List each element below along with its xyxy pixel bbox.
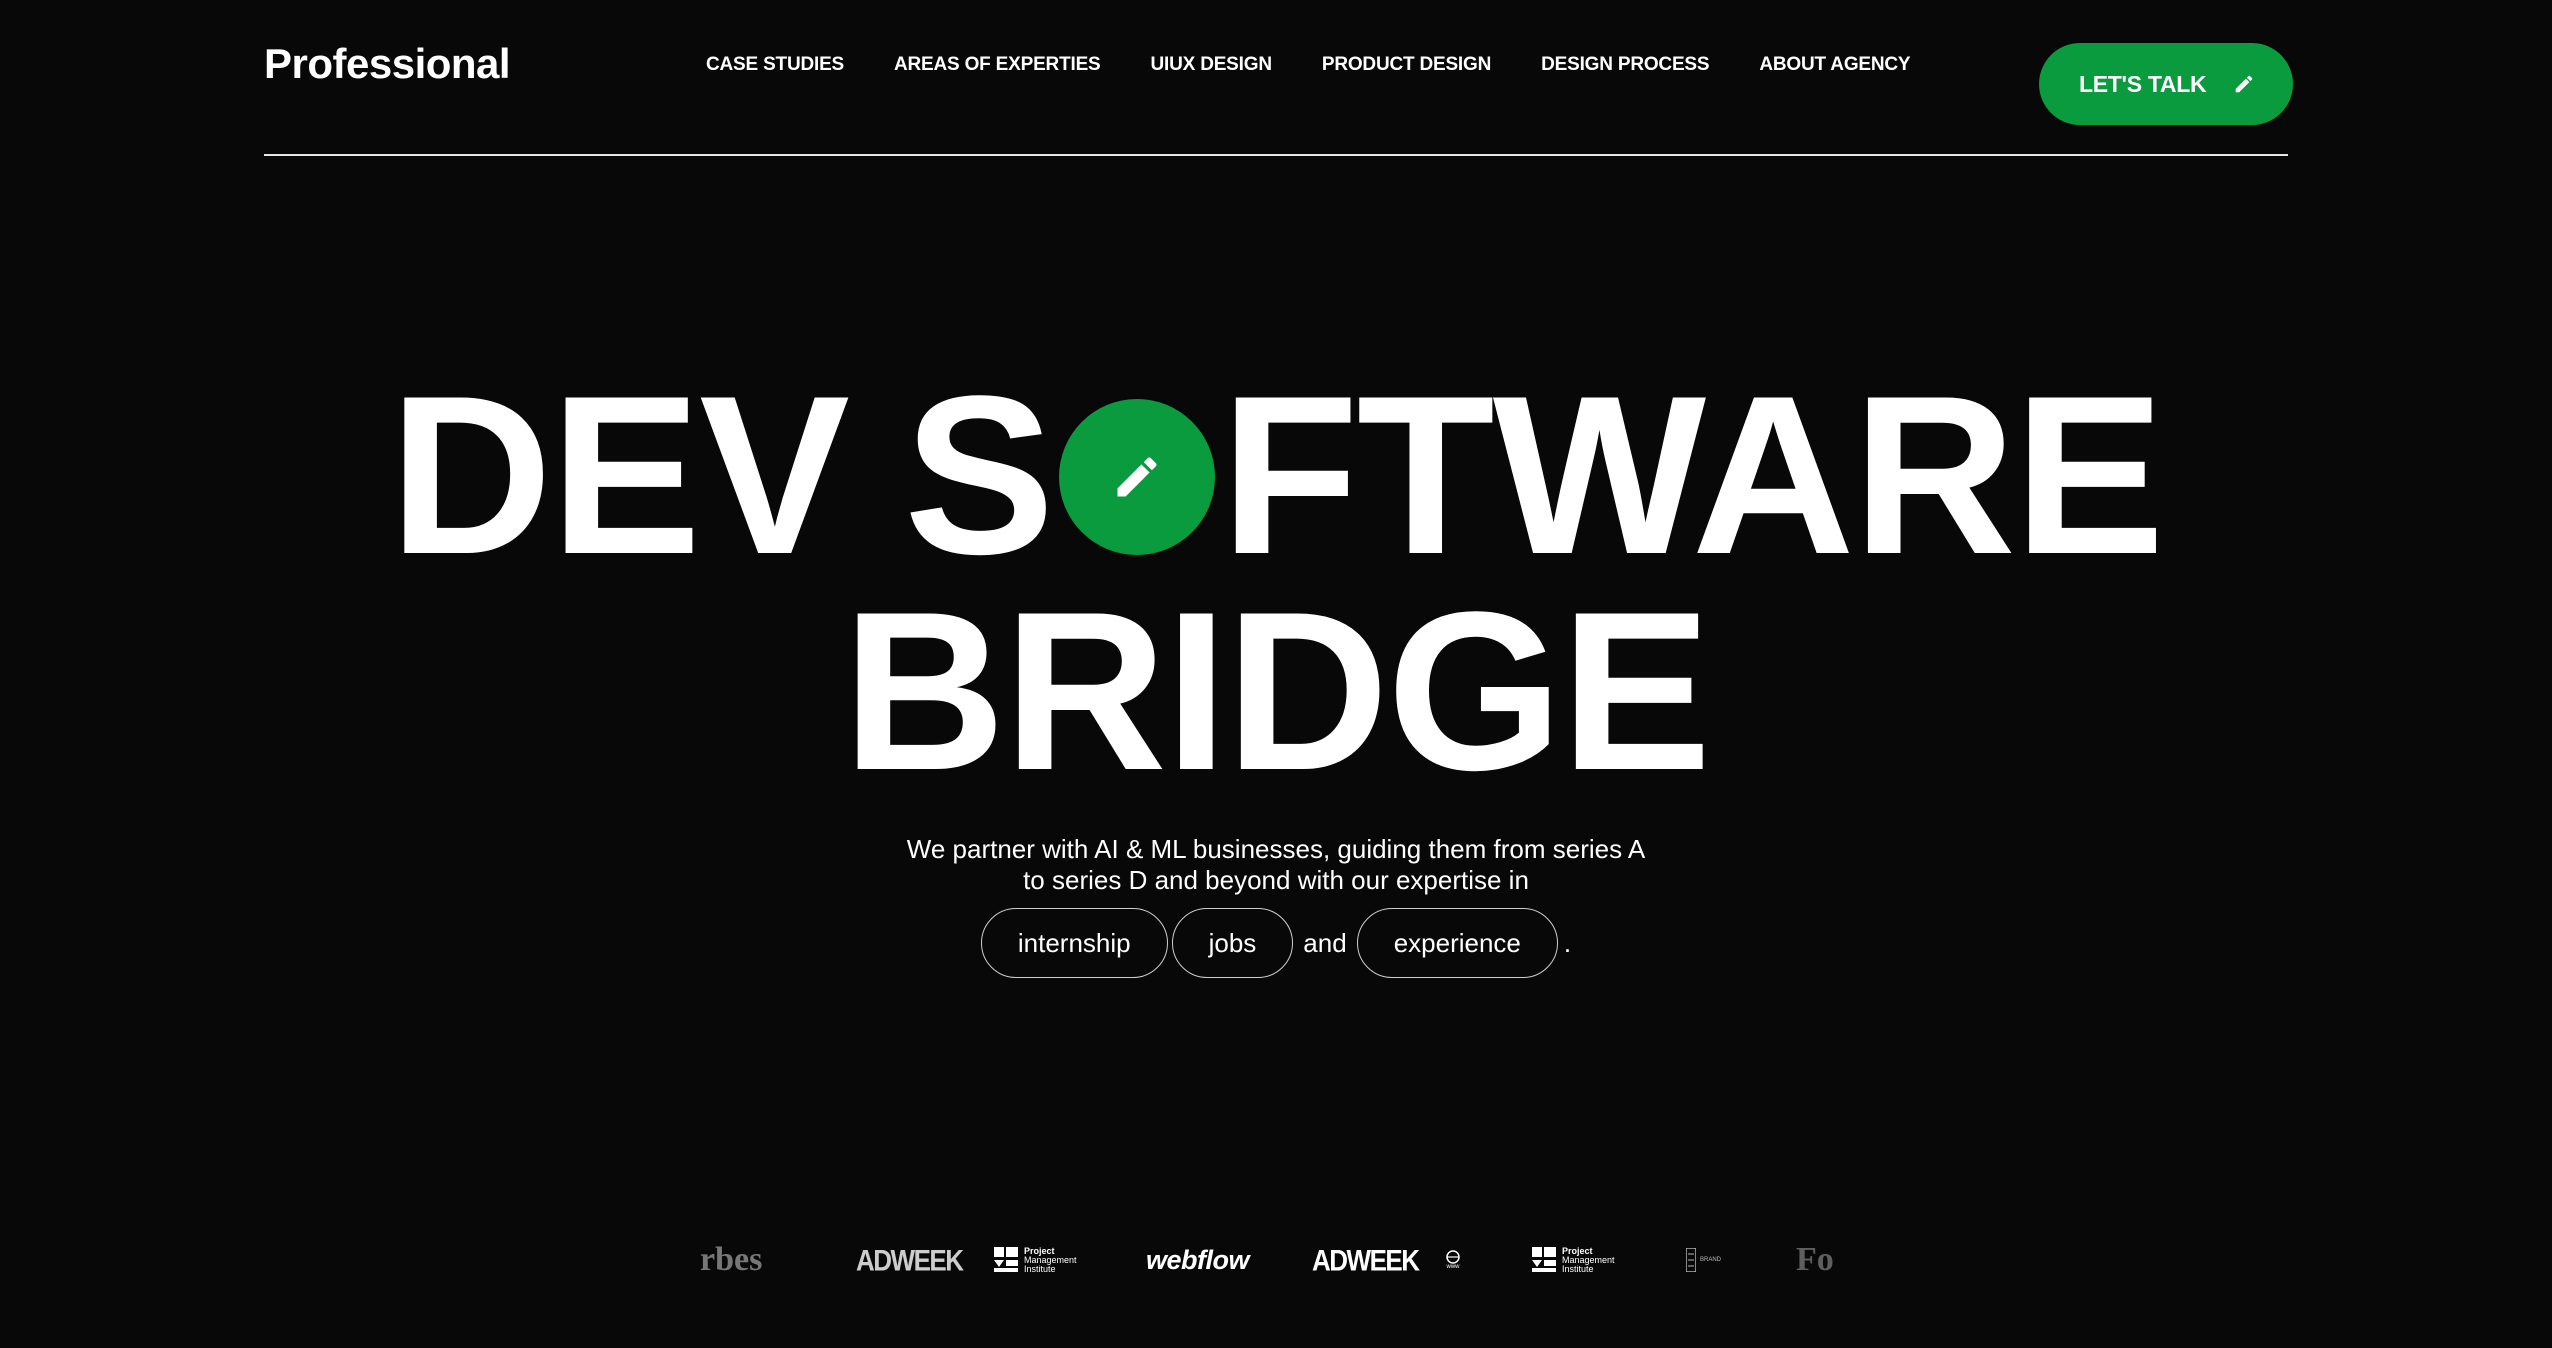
- nav-design-process[interactable]: DESIGN PROCESS: [1541, 54, 1709, 76]
- pencil-icon: [2235, 75, 2253, 93]
- logo-webflow: webflow: [1146, 1244, 1250, 1275]
- main-nav: CASE STUDIES AREAS OF EXPERTIES UIUX DES…: [706, 54, 1911, 76]
- nav-case-studies[interactable]: CASE STUDIES: [706, 54, 844, 76]
- logo-adweek: ADWEEK: [856, 1242, 964, 1277]
- pmi-logo-icon: [1532, 1247, 1556, 1272]
- hero-subtitle-line-2: to series D and beyond with our expertis…: [1023, 865, 1529, 895]
- hero-word-bridge: BRIDGE: [842, 564, 1712, 817]
- brand-logo[interactable]: Professional: [264, 40, 511, 88]
- expertise-pills: internship jobs and experience .: [0, 908, 2552, 978]
- logo-forbes: rbes: [700, 1241, 763, 1278]
- hero-subtitle-line-1: We partner with AI & ML businesses, guid…: [906, 834, 1646, 864]
- logo-pmi-2: Project Management Institute: [1532, 1230, 1615, 1290]
- pmi-logo-icon: [994, 1247, 1018, 1272]
- pill-experience[interactable]: experience: [1356, 908, 1558, 978]
- pmi2-line-1: Project: [1562, 1245, 1593, 1256]
- hero-headline-line-2: BRIDGE: [0, 578, 2552, 804]
- pill-jobs[interactable]: jobs: [1171, 908, 1294, 978]
- cta-label: LET'S TALK: [2079, 70, 2207, 97]
- nav-product-design[interactable]: PRODUCT DESIGN: [1322, 54, 1491, 76]
- nav-about-agency[interactable]: ABOUT AGENCY: [1759, 54, 1910, 76]
- pmi-line-1: Project: [1024, 1245, 1055, 1256]
- pill-conjunction: and: [1303, 927, 1347, 958]
- building-icon: [1686, 1248, 1696, 1272]
- pill-internship[interactable]: internship: [980, 908, 1168, 978]
- globe-icon: [1446, 1249, 1460, 1264]
- site-header: Professional CASE STUDIES AREAS OF EXPER…: [264, 0, 2293, 156]
- hero-subtitle: We partner with AI & ML businesses, guid…: [0, 834, 2552, 896]
- hero-headline-line-1: DEV S FTWARE: [0, 362, 2552, 588]
- pill-end-punct: .: [1563, 927, 1572, 958]
- logo-pmi: Project Management Institute: [994, 1230, 1077, 1290]
- lets-talk-button[interactable]: LET'S TALK: [2039, 43, 2293, 125]
- hero-word-software-end: FTWARE: [1220, 348, 2165, 601]
- pencil-icon: [1117, 457, 1157, 497]
- nav-uiux-design[interactable]: UIUX DESIGN: [1151, 54, 1273, 76]
- client-logos-strip: rbes ADWEEK Project Management Institute…: [700, 1230, 1850, 1290]
- landing-page: Professional CASE STUDIES AREAS OF EXPER…: [0, 0, 2552, 1348]
- hero-word-software-start: S: [903, 348, 1055, 601]
- pmi-line-3: Institute: [1024, 1263, 1056, 1274]
- logo-small-badge-2: BRAND: [1686, 1230, 1721, 1290]
- hero-word-dev: DEV: [389, 348, 850, 601]
- logo-forbes-2: Fo: [1796, 1241, 1834, 1278]
- hero-edit-circle[interactable]: [1058, 399, 1215, 555]
- logo-small-badge: www: [1446, 1230, 1460, 1290]
- pmi2-line-3: Institute: [1562, 1263, 1594, 1274]
- logo-adweek-2: ADWEEK: [1312, 1242, 1420, 1277]
- nav-areas-of-experties[interactable]: AREAS OF EXPERTIES: [894, 54, 1101, 76]
